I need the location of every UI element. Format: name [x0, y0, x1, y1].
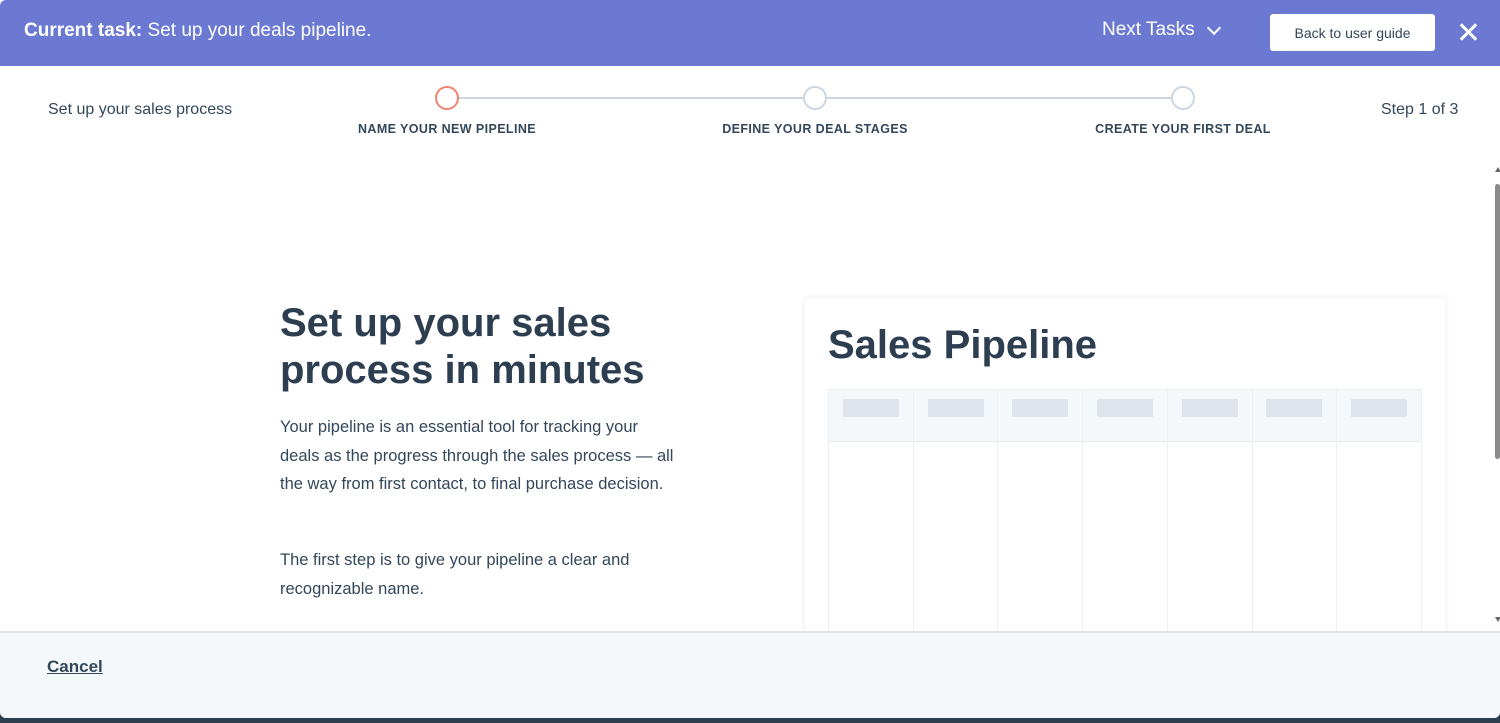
page-headline: Set up your sales process in minutes — [280, 301, 645, 392]
pipeline-column — [1083, 390, 1168, 648]
step-indicator-3 — [1171, 86, 1195, 110]
next-tasks-dropdown[interactable]: Next Tasks — [1102, 19, 1221, 41]
illustration-title: Sales Pipeline — [828, 323, 1098, 367]
pipeline-column-header — [829, 390, 913, 442]
current-task-label: Current task: Set up your deals pipeline… — [24, 20, 371, 42]
column-label-placeholder — [927, 399, 984, 417]
column-label-placeholder — [1097, 399, 1154, 417]
pipeline-column — [1167, 390, 1253, 648]
pipeline-column — [1252, 390, 1338, 648]
pipeline-column-header — [1252, 390, 1337, 442]
pipeline-column — [998, 390, 1084, 648]
step-label-1: NAME YOUR NEW PIPELINE — [357, 122, 537, 136]
column-label-placeholder — [1012, 399, 1069, 417]
pipeline-column — [913, 390, 999, 648]
pipeline-column-header — [1167, 390, 1252, 442]
cancel-link[interactable]: Cancel — [47, 657, 103, 677]
column-label-placeholder — [842, 399, 899, 417]
pipeline-column-header — [1337, 390, 1422, 442]
step-label-3: CREATE YOUR FIRST DEAL — [1095, 122, 1271, 136]
pipeline-board — [828, 389, 1422, 649]
scroll-down-arrow-icon[interactable] — [1495, 617, 1500, 622]
next-tasks-label: Next Tasks — [1102, 19, 1195, 40]
step-label-2: DEFINE YOUR DEAL STAGES — [722, 122, 908, 136]
pipeline-column — [1337, 390, 1422, 648]
close-icon[interactable] — [1456, 20, 1480, 44]
scroll-up-arrow-icon[interactable] — [1495, 167, 1500, 172]
step-indicator-2 — [803, 86, 827, 110]
scrollbar-thumb[interactable] — [1495, 184, 1500, 459]
modal-footer: Cancel — [0, 631, 1500, 718]
pipeline-column-header — [913, 390, 998, 442]
step-count: Step 1 of 3 — [1381, 101, 1459, 118]
step-indicator-1 — [435, 86, 459, 110]
current-task-text: Set up your deals pipeline. — [147, 20, 372, 41]
column-label-placeholder — [1351, 399, 1408, 417]
scrollbar[interactable] — [1492, 162, 1500, 624]
pipeline-column-header — [998, 390, 1083, 442]
pipeline-column-header — [1083, 390, 1167, 442]
instruction-paragraph: The first step is to give your pipeline … — [280, 551, 630, 598]
task-bar: Current task: Set up your deals pipeline… — [0, 0, 1500, 66]
pipeline-column — [829, 390, 914, 648]
setup-modal: Current task: Set up your deals pipeline… — [0, 0, 1500, 718]
pipeline-illustration: Sales Pipeline — [805, 298, 1445, 649]
current-task-prefix: Current task: — [24, 20, 143, 41]
intro-paragraph: Your pipeline is an essential tool for t… — [280, 418, 674, 493]
column-label-placeholder — [1266, 399, 1323, 417]
column-label-placeholder — [1181, 399, 1238, 417]
chevron-down-icon — [1206, 20, 1221, 35]
process-title: Set up your sales process — [48, 101, 233, 118]
back-to-user-guide-button[interactable]: Back to user guide — [1270, 14, 1435, 51]
